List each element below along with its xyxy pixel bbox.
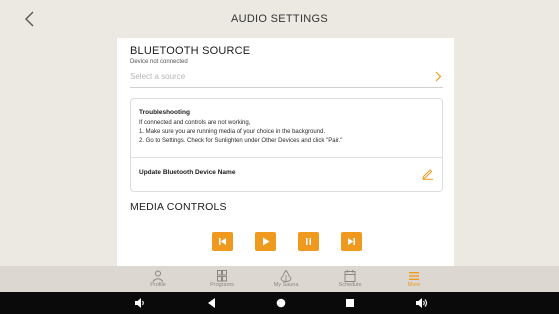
grid-icon xyxy=(217,270,227,282)
system-navigation-bar xyxy=(0,292,559,314)
square-recents-icon xyxy=(346,299,354,307)
nav-schedule[interactable]: Schedule xyxy=(325,266,375,292)
volume-down-icon xyxy=(135,298,144,308)
nav-label: More xyxy=(407,282,421,288)
volume-up-button[interactable] xyxy=(415,297,429,309)
header: AUDIO SETTINGS xyxy=(0,0,559,38)
recents-system-button[interactable] xyxy=(343,297,357,309)
bottom-nav: Profile Programs My Sauna Schedule More xyxy=(0,266,559,292)
troubleshooting-box: Troubleshooting If connected and control… xyxy=(130,98,443,192)
volume-down-button[interactable] xyxy=(133,297,147,309)
home-circle-icon xyxy=(276,298,286,308)
troubleshooting-line: If connected and controls are not workin… xyxy=(139,120,251,126)
troubleshooting-title: Troubleshooting xyxy=(139,109,190,116)
nav-my-sauna[interactable]: My Sauna xyxy=(261,266,311,292)
nav-label: My Sauna xyxy=(273,282,299,288)
pencil-icon xyxy=(422,169,433,180)
triangle-back-icon xyxy=(208,298,215,308)
nav-label: Profile xyxy=(150,282,166,288)
pause-button[interactable] xyxy=(298,232,319,251)
nav-programs[interactable]: Programs xyxy=(197,266,247,292)
play-button[interactable] xyxy=(255,232,276,251)
troubleshooting-line: 2. Go to Settings. Check for Sunlighten … xyxy=(139,138,343,144)
play-icon xyxy=(263,237,270,246)
menu-icon xyxy=(409,272,419,280)
settings-card: BLUETOOTH SOURCE Device not connected Se… xyxy=(117,38,454,266)
nav-more[interactable]: More xyxy=(389,266,439,292)
troubleshooting-line: 1. Make sure you are running media of yo… xyxy=(139,129,326,135)
update-device-name-label: Update Bluetooth Device Name xyxy=(139,169,236,176)
bluetooth-status: Device not connected xyxy=(130,59,188,65)
nav-label: Schedule xyxy=(338,282,362,288)
select-source-placeholder: Select a source xyxy=(130,72,186,81)
media-controls-title: MEDIA CONTROLS xyxy=(130,201,227,213)
home-system-button[interactable] xyxy=(274,297,288,309)
skip-previous-icon xyxy=(219,238,226,245)
next-track-button[interactable] xyxy=(341,232,362,251)
volume-up-icon xyxy=(416,298,428,308)
previous-track-button[interactable] xyxy=(212,232,233,251)
chevron-right-icon xyxy=(435,71,442,82)
bluetooth-source-title: BLUETOOTH SOURCE xyxy=(130,45,251,57)
profile-icon xyxy=(152,270,164,282)
pause-icon xyxy=(306,238,311,245)
update-device-name-row[interactable]: Update Bluetooth Device Name xyxy=(131,158,442,192)
calendar-icon xyxy=(344,270,356,282)
select-source-dropdown[interactable]: Select a source xyxy=(130,68,443,88)
page-title: AUDIO SETTINGS xyxy=(230,13,329,25)
sauna-icon xyxy=(280,270,292,282)
back-system-button[interactable] xyxy=(205,297,219,309)
nav-label: Programs xyxy=(210,282,234,288)
skip-next-icon xyxy=(348,238,355,245)
nav-profile[interactable]: Profile xyxy=(133,266,183,292)
